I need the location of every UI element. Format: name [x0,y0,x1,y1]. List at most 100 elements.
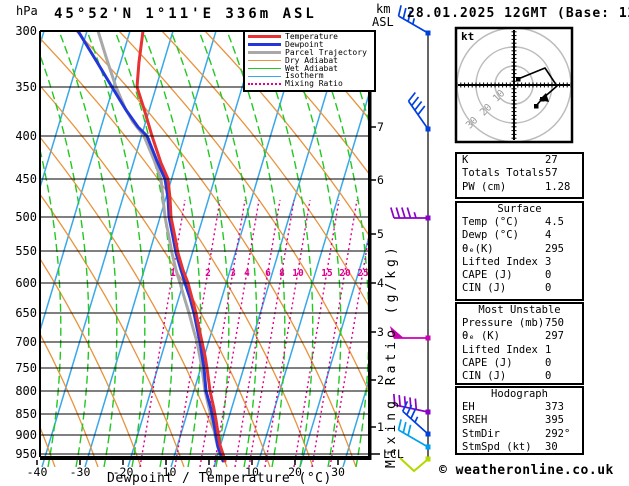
km-tick-label: 5 [377,227,384,241]
indices-row-value: 297 [545,330,564,343]
indices-row: CIN (J) 0 [457,282,582,295]
indices-row: θₑ(K) 295 [457,243,582,256]
indices-box-header: Hodograph [491,388,548,400]
legend-line-sample [248,75,281,77]
indices-row-label: Totals Totals [462,167,545,180]
mixing-ratio-value-label: 8 [279,268,285,279]
indices-row: CIN (J) 0 [457,370,582,383]
indices-row-label: Pressure (mb) [462,317,545,329]
dewpoint-curve [76,31,225,463]
mixing-ratio-value-label: 25 [357,268,369,279]
mixing-ratio-value-label: 4 [244,268,250,279]
pressure-tick-label: 700 [15,335,37,349]
hodograph-unit-label: kt [461,30,475,43]
indices-row-value: 27 [545,154,558,166]
indices-row-value: 1.28 [545,180,571,193]
indices-row: Dewp (°C) 4 [457,229,582,242]
indices-row: Temp (°C) 4.5 [457,216,582,229]
legend-box: Temperature Dewpoint Parcel Trajectory Dry … [243,30,376,92]
legend-line-sample [248,51,281,55]
indices-box: Hodograph EH 373 SREH 395 StmDir 292° StmSpd (k… [455,386,584,455]
indices-box: Surface Temp (°C) 4.5 Dewp (°C) 4 θₑ(K) 295 Lif… [455,201,584,301]
indices-row-value: 0 [545,356,552,369]
wet-adiabat-line [114,31,174,467]
pressure-tick-label: 750 [15,361,37,375]
temp-tick-label: -30 [70,465,91,479]
km-tick-label: 6 [377,173,384,187]
legend-entry: Mixing Ratio [248,80,374,88]
km-tick-label: 4 [377,276,384,290]
temp-tick-label: -40 [27,465,48,479]
run-date-title: 28.01.2025 12GMT (Base: 12) [407,6,629,21]
indices-row-value: 0 [545,269,552,282]
pressure-axis-unit: hPa [16,4,38,18]
legend-line-sample [248,83,281,86]
km-tick-label: 2 [377,373,384,387]
indices-row-label: CAPE (J) [462,356,513,369]
km-tick-label: 1 [377,420,384,434]
wind-barb [407,91,431,132]
pressure-tick-label: 850 [15,407,37,421]
indices-row: K 27 [457,154,582,167]
indices-row: θₑ (K) 297 [457,330,582,343]
pressure-tick-label: 950 [15,447,37,461]
indices-row: CAPE (J) 0 [457,269,582,282]
indices-row-value: 0 [545,282,552,295]
indices-row-label: StmSpd (kt) [462,440,532,453]
mixing-ratio-line [293,199,340,467]
dry-adiabat-line [40,37,314,467]
indices-row-value: 292° [545,427,571,440]
isotherm-line [40,31,88,191]
indices-row-value: 57 [545,167,558,180]
indices-row-value: 3 [545,255,552,268]
wind-barb [399,456,431,473]
indices-row-label: PW (cm) [462,180,507,193]
indices-row-label: SREH [462,414,488,427]
temperature-axis-label: Dewpoint / Temperature (°C) [107,471,332,486]
isotherm-line [41,31,174,467]
skewt-sounding-page: 1 2 3 4 6 8 10 15 20 25 300 350 400 450 500 550 600 650 70… [0,0,629,486]
indices-row-label: Lifted Index [462,343,538,356]
indices-row: SREH 395 [457,414,582,427]
indices-row-value: 0 [545,370,552,383]
km-tick-label: 3 [377,325,384,339]
indices-row-label: CAPE (J) [462,269,513,282]
dry-adiabat-line [118,31,370,396]
mixing-ratio-value-label: 6 [265,268,271,279]
dry-adiabat-line [592,31,629,467]
mixing-ratio-value-label: 20 [339,268,351,279]
wet-adiabat-line [395,31,453,467]
temp-tick-label: 30 [331,465,345,479]
indices-row-label: θₑ (K) [462,330,500,343]
hodograph-trace-dot [516,77,521,82]
indices-row-label: Dewp (°C) [462,229,519,242]
indices-box: K 27 Totals Totals 57 PW (cm) 1.28 [455,152,584,199]
indices-row-label: StmDir [462,427,500,440]
indices-row-value: 373 [545,401,564,413]
indices-box: Most Unstable Pressure (mb) 750 θₑ (K) 297 Li… [455,302,584,385]
axis-bottom [40,456,372,460]
indices-row: CAPE (J) 0 [457,357,582,370]
mixing-ratio-line [139,199,186,467]
isotherm-line [0,31,1,467]
wet-adiabat-line [170,31,230,467]
legend-line-sample [248,60,281,62]
calm-wind-symbol [399,457,428,473]
pressure-tick-label: 500 [15,210,37,224]
pressure-tick-label: 300 [15,24,37,38]
indices-row: EH 373 [457,401,582,414]
legend-line-sample [248,43,281,47]
indices-row-label: CIN (J) [462,282,507,295]
indices-row: Totals Totals 57 [457,167,582,180]
pressure-tick-label: 550 [15,244,37,258]
indices-row-value: 1 [545,343,552,356]
wind-barb [392,393,431,415]
indices-row: Pressure (mb) 750 [457,317,582,330]
hodograph-trace-dot [534,104,539,109]
pressure-tick-label: 450 [15,172,37,186]
pressure-tick-label: 400 [15,129,37,143]
mixing-ratio-value-label: 1 [170,268,176,279]
legend-line-sample [248,68,281,69]
mixing-ratio-value-label: 2 [205,268,211,279]
indices-row: StmDir 292° [457,428,582,441]
